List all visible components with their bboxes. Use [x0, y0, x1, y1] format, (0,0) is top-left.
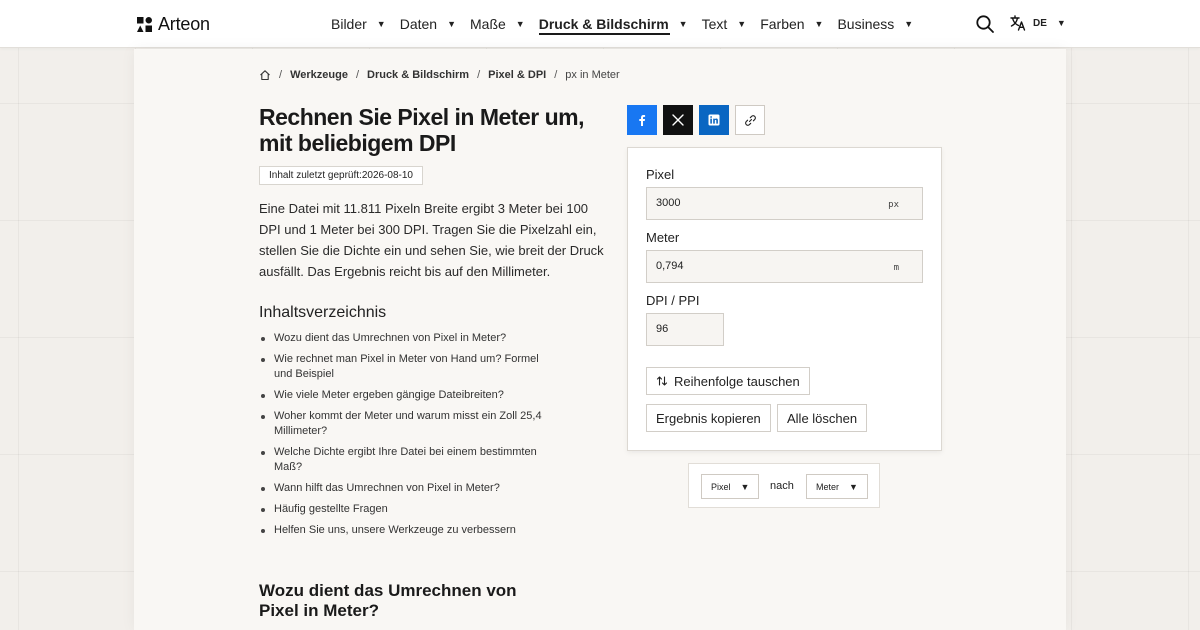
caret-down-icon: ▼	[740, 481, 750, 492]
caret-down-icon: ▼	[737, 19, 747, 29]
toc-link[interactable]: Helfen Sie uns, unsere Werkzeuge zu verb…	[259, 523, 559, 538]
caret-down-icon: ▼	[849, 481, 858, 492]
nav-item-label: Text	[701, 16, 728, 32]
copy-result-button[interactable]: Ergebnis kopieren	[646, 404, 771, 432]
toc-link[interactable]: Wie viele Meter ergeben gängige Dateibre…	[259, 388, 559, 403]
caret-down-icon: ▼	[678, 19, 688, 29]
meter-input[interactable]: 0,794 m	[646, 250, 923, 283]
nav-item-label: Farben	[760, 16, 805, 32]
search-icon[interactable]	[975, 14, 995, 34]
nav-item-label: Business	[837, 16, 895, 32]
breadcrumb-separator: /	[477, 69, 481, 81]
main-nav: Bilder ▼ Daten ▼ Maße ▼ Druck & Bildschi…	[331, 0, 927, 48]
page-title: Rechnen Sie Pixel in Meter um, mit belie…	[259, 104, 585, 156]
from-unit-select[interactable]: Pixel ▼	[701, 474, 760, 499]
nav-item-daten[interactable]: Daten ▼	[400, 0, 456, 48]
translate-icon	[1010, 15, 1026, 31]
toc-link[interactable]: Welche Dichte ergibt Ihre Datei bei eine…	[259, 445, 559, 475]
caret-down-icon: ▼	[447, 19, 456, 29]
nav-item-bilder[interactable]: Bilder ▼	[331, 0, 386, 48]
linkedin-icon	[708, 114, 720, 126]
pixel-input[interactable]: 3000 px	[646, 187, 923, 220]
language-switcher[interactable]: DE ▼	[1009, 14, 1066, 32]
caret-down-icon: ▼	[376, 19, 386, 29]
copy-result-label: Ergebnis kopieren	[656, 410, 761, 426]
breadcrumb-link-druck-bildschirm[interactable]: Druck & Bildschirm	[367, 69, 469, 81]
swap-order-button[interactable]: Reihenfolge tauschen	[646, 367, 810, 395]
nav-item-text[interactable]: Text ▼	[702, 0, 747, 48]
breadcrumb-link-pixel-dpi[interactable]: Pixel & DPI	[488, 69, 546, 81]
nav-item-label: Druck & Bildschirm	[538, 16, 669, 32]
meter-value: 0,794	[656, 260, 684, 272]
pixel-unit: px	[888, 200, 899, 210]
caret-down-icon: ▼	[814, 19, 824, 29]
clear-all-label: Alle löschen	[787, 410, 858, 426]
intro-paragraph: Eine Datei mit 11.811 Pixeln Breite ergi…	[259, 201, 604, 279]
unit-connector: nach	[770, 480, 794, 492]
toc-heading: Inhaltsverzeichnis	[259, 304, 387, 321]
nav-item-business[interactable]: Business ▼	[837, 0, 913, 48]
facebook-icon	[639, 115, 646, 126]
pixel-label: Pixel	[646, 167, 675, 182]
toc-link[interactable]: Wie rechnet man Pixel in Meter von Hand …	[259, 352, 559, 382]
meter-unit: m	[893, 263, 899, 273]
nav-item-masse[interactable]: Maße ▼	[470, 0, 525, 48]
table-of-contents: Wozu dient das Umrechnen von Pixel in Me…	[259, 331, 559, 544]
brand-logo-icon	[137, 17, 152, 32]
breadcrumb-separator: /	[554, 69, 558, 81]
caret-down-icon: ▼	[515, 19, 525, 29]
from-unit-value: Pixel	[711, 481, 731, 492]
nav-item-label: Daten	[399, 16, 438, 32]
nav-item-label: Bilder	[331, 16, 367, 32]
link-icon	[744, 114, 756, 126]
breadcrumb-separator: /	[279, 69, 283, 81]
home-icon[interactable]	[259, 69, 271, 81]
toc-link[interactable]: Häufig gestellte Fragen	[259, 502, 559, 517]
to-unit-select[interactable]: Meter ▼	[806, 474, 868, 499]
top-navigation-bar: Arteon Bilder ▼ Daten ▼ Maße ▼ Druck & B…	[0, 0, 1200, 48]
section-heading: Wozu dient das Umrechnen von Pixel in Me…	[259, 581, 517, 620]
share-x-button[interactable]	[663, 105, 693, 135]
dpi-label: DPI / PPI	[646, 293, 700, 308]
clear-all-button[interactable]: Alle löschen	[777, 404, 868, 432]
nav-item-druck-bildschirm[interactable]: Druck & Bildschirm ▼	[538, 0, 688, 48]
nav-item-farben[interactable]: Farben ▼	[760, 0, 823, 48]
meter-label: Meter	[646, 230, 680, 245]
toc-link[interactable]: Wozu dient das Umrechnen von Pixel in Me…	[259, 331, 559, 346]
swap-arrows-icon	[656, 376, 668, 386]
review-date-badge: Inhalt zuletzt geprüft:2026-08-10	[259, 166, 423, 185]
share-buttons	[627, 105, 765, 135]
toc-link[interactable]: Wann hilft das Umrechnen von Pixel in Me…	[259, 481, 559, 496]
x-icon	[672, 114, 684, 126]
pixel-value: 3000	[656, 197, 681, 209]
toc-link[interactable]: Woher kommt der Meter und warum misst ei…	[259, 409, 559, 439]
swap-order-label: Reihenfolge tauschen	[674, 373, 800, 389]
nav-item-label: Maße	[470, 16, 506, 32]
dpi-input[interactable]: 96	[646, 313, 724, 346]
language-code: DE	[1033, 17, 1047, 29]
breadcrumb: / Werkzeuge / Druck & Bildschirm / Pixel…	[259, 69, 620, 81]
caret-down-icon: ▼	[904, 19, 914, 29]
breadcrumb-link-werkzeuge[interactable]: Werkzeuge	[290, 69, 348, 81]
converter-panel: Pixel 3000 px Meter 0,794 m DPI / PPI 96…	[627, 147, 942, 451]
caret-down-icon: ▼	[1056, 18, 1066, 28]
breadcrumb-separator: /	[355, 69, 359, 81]
to-unit-value: Meter	[816, 481, 840, 492]
unit-selector: Pixel ▼ nach Meter ▼	[688, 463, 880, 508]
brand-name: Arteon	[158, 14, 210, 34]
copy-link-button[interactable]	[735, 105, 765, 135]
share-linkedin-button[interactable]	[699, 105, 729, 135]
dpi-value: 96	[656, 323, 669, 335]
brand-logo[interactable]: Arteon	[137, 14, 210, 35]
breadcrumb-current: px in Meter	[565, 69, 620, 81]
share-facebook-button[interactable]	[627, 105, 657, 135]
